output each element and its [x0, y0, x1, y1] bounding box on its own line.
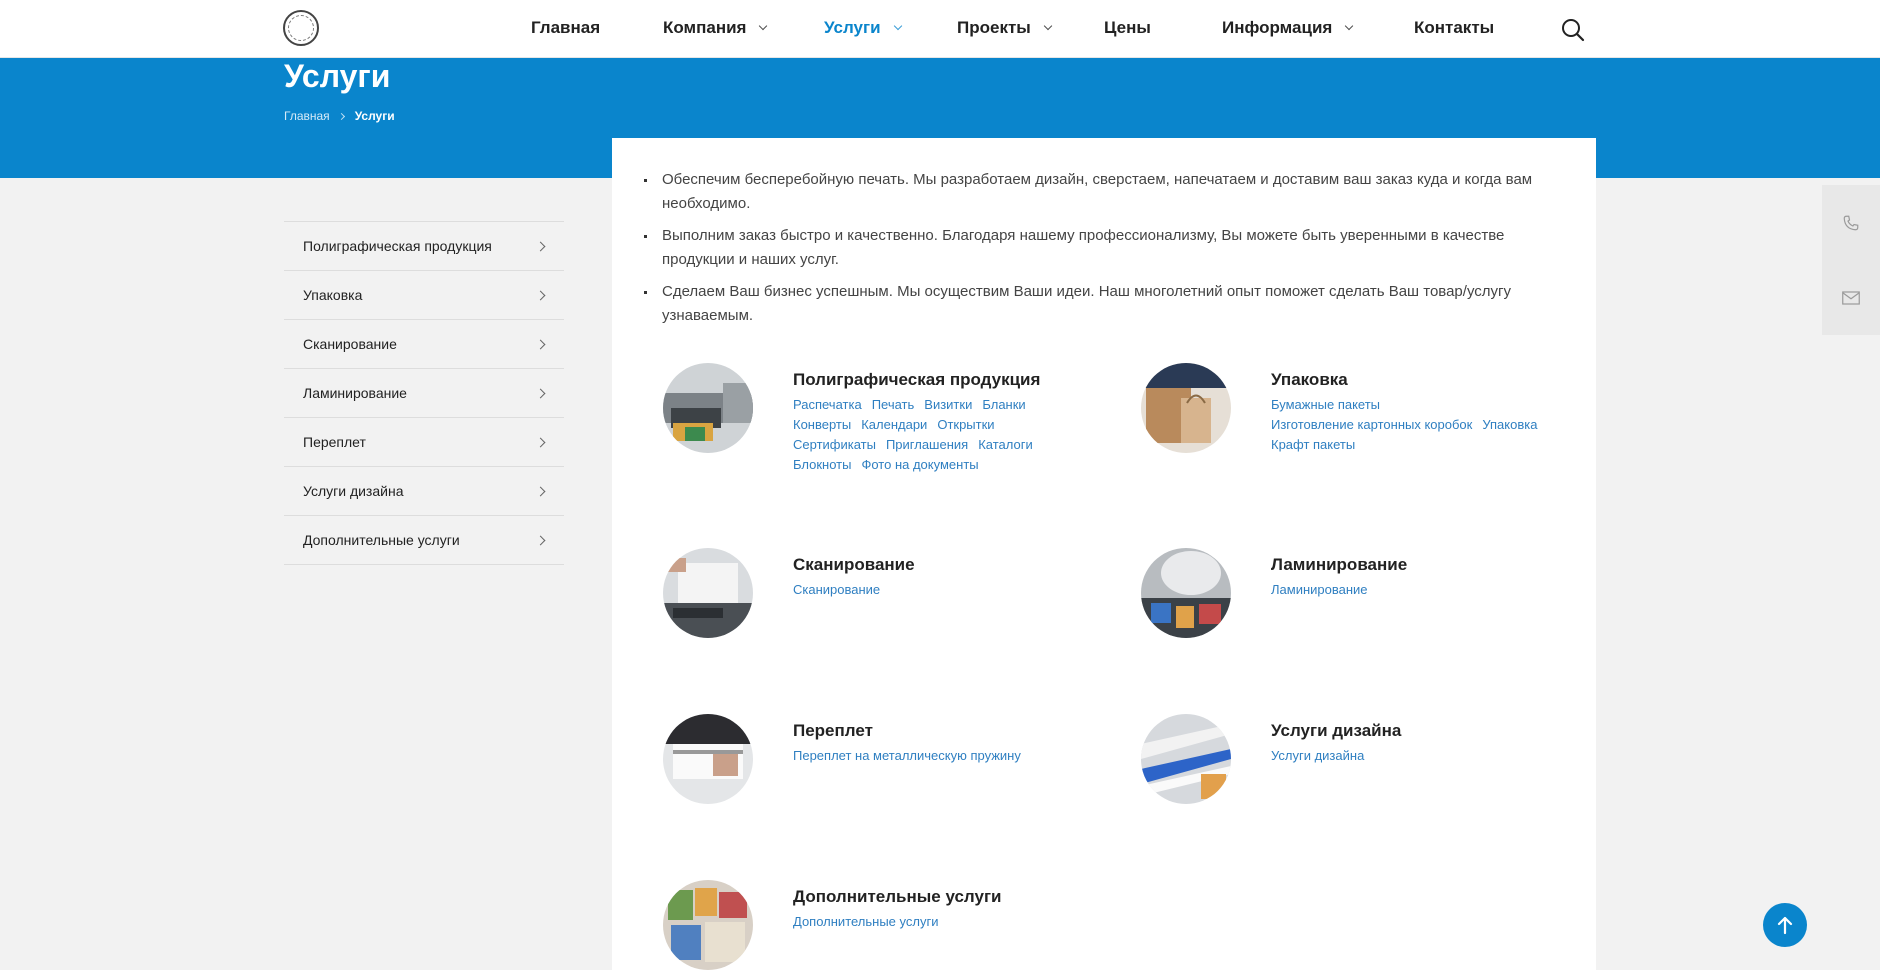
sidebar-item-packaging[interactable]: Упаковка — [284, 271, 564, 320]
sidebar-menu: Полиграфическая продукция Упаковка Скани… — [284, 221, 564, 565]
design-image[interactable] — [1141, 714, 1231, 804]
scroll-to-top-button[interactable] — [1763, 903, 1807, 947]
service-link[interactable]: Распечатка — [793, 397, 862, 412]
breadcrumb: Главная Услуги — [284, 109, 395, 123]
service-link[interactable]: Сканирование — [793, 582, 880, 597]
breadcrumb-current: Услуги — [354, 109, 395, 123]
service-title[interactable]: Дополнительные услуги — [793, 887, 1002, 907]
chevron-right-icon — [535, 437, 546, 447]
main-content-card: Обеспечим бесперебойную печать. Мы разра… — [612, 138, 1596, 970]
service-title[interactable]: Полиграфическая продукция — [793, 370, 1040, 390]
packaging-image[interactable] — [1141, 363, 1231, 453]
service-packaging: Упаковка Бумажные пакеты Изготовление ка… — [1141, 363, 1581, 483]
sidebar-item-design[interactable]: Услуги дизайна — [284, 467, 564, 516]
service-link[interactable]: Бланки — [982, 397, 1025, 412]
sidebar-item-extra[interactable]: Дополнительные услуги — [284, 516, 564, 565]
phone-callback-button[interactable] — [1822, 185, 1880, 260]
chevron-right-icon — [535, 486, 546, 496]
nav-item-home[interactable]: Главная — [531, 18, 600, 38]
nav-item-company[interactable]: Компания — [663, 18, 768, 38]
service-link[interactable]: Дополнительные услуги — [793, 914, 938, 929]
chevron-down-icon — [893, 21, 902, 31]
mail-button[interactable] — [1822, 260, 1880, 335]
nav-item-prices[interactable]: Цены — [1104, 18, 1151, 38]
sidebar-item-scanning[interactable]: Сканирование — [284, 320, 564, 369]
page-title: Услуги — [284, 58, 391, 94]
service-link[interactable]: Приглашения — [886, 437, 968, 452]
service-links: Услуги дизайна — [1271, 746, 1571, 766]
logo-mark — [288, 15, 314, 41]
chevron-right-icon — [535, 290, 546, 300]
breadcrumb-separator-icon — [337, 112, 345, 120]
service-link[interactable]: Крафт пакеты — [1271, 437, 1355, 452]
service-link[interactable]: Печать — [872, 397, 915, 412]
service-link[interactable]: Каталоги — [978, 437, 1033, 452]
arrow-up-icon — [1777, 916, 1793, 935]
service-scanning: Сканирование Сканирование — [663, 548, 1103, 668]
service-link[interactable]: Ламинирование — [1271, 582, 1368, 597]
breadcrumb-home-link[interactable]: Главная — [284, 109, 330, 123]
service-links: Распечатка Печать Визитки Бланки Конверты Ка… — [793, 395, 1093, 475]
service-link[interactable]: Конверты — [793, 417, 851, 432]
service-printing: Полиграфическая продукция Распечатка Печа… — [663, 363, 1103, 483]
service-title[interactable]: Переплет — [793, 721, 873, 741]
chevron-down-icon — [1345, 21, 1354, 31]
printing-image[interactable] — [663, 363, 753, 453]
sidebar-item-printing[interactable]: Полиграфическая продукция — [284, 222, 564, 271]
service-link[interactable]: Переплет на металлическую пружину — [793, 748, 1021, 763]
service-link[interactable]: Блокноты — [793, 457, 851, 472]
top-navigation-bar: Главная Компания Услуги Проекты Цены Инф… — [0, 0, 1880, 58]
chevron-down-icon — [759, 21, 768, 31]
service-title[interactable]: Ламинирование — [1271, 555, 1407, 575]
sidebar-item-lamination[interactable]: Ламинирование — [284, 369, 564, 418]
service-lamination: Ламинирование Ламинирование — [1141, 548, 1581, 668]
service-link[interactable]: Бумажные пакеты — [1271, 397, 1380, 412]
chevron-right-icon — [535, 388, 546, 398]
intro-bullet: Сделаем Ваш бизнес успешным. Мы осуществ… — [644, 280, 1562, 328]
additional-image[interactable] — [663, 880, 753, 970]
service-links: Дополнительные услуги — [793, 912, 1093, 932]
chevron-down-icon — [1043, 21, 1053, 31]
service-link[interactable]: Фото на документы — [861, 457, 978, 472]
nav-item-projects[interactable]: Проекты — [957, 18, 1053, 38]
service-link[interactable]: Изготовление картонных коробок — [1271, 417, 1472, 432]
search-icon[interactable] — [1560, 17, 1586, 43]
lamination-image[interactable] — [1141, 548, 1231, 638]
service-title[interactable]: Сканирование — [793, 555, 915, 575]
nav-item-services[interactable]: Услуги — [824, 18, 902, 38]
service-title[interactable]: Упаковка — [1271, 370, 1348, 390]
intro-list: Обеспечим бесперебойную печать. Мы разра… — [644, 168, 1562, 336]
service-design: Услуги дизайна Услуги дизайна — [1141, 714, 1581, 834]
chevron-right-icon — [535, 535, 546, 545]
site-logo[interactable] — [283, 10, 319, 46]
intro-bullet: Обеспечим бесперебойную печать. Мы разра… — [644, 168, 1562, 216]
service-link[interactable]: Упаковка — [1482, 417, 1537, 432]
service-links: Ламинирование — [1271, 580, 1571, 600]
nav-item-contacts[interactable]: Контакты — [1414, 18, 1494, 38]
mail-icon — [1842, 290, 1860, 305]
service-link[interactable]: Сертификаты — [793, 437, 876, 452]
service-additional: Дополнительные услуги Дополнительные усл… — [663, 880, 1103, 970]
scanning-image[interactable] — [663, 548, 753, 638]
sidebar-item-binding[interactable]: Переплет — [284, 418, 564, 467]
service-title[interactable]: Услуги дизайна — [1271, 721, 1401, 741]
service-link[interactable]: Визитки — [924, 397, 972, 412]
service-link[interactable]: Открытки — [937, 417, 994, 432]
service-binding: Переплет Переплет на металлическую пружи… — [663, 714, 1103, 834]
chevron-right-icon — [535, 241, 546, 251]
service-link[interactable]: Календари — [861, 417, 927, 432]
chevron-right-icon — [535, 339, 546, 349]
nav-item-info[interactable]: Информация — [1222, 18, 1354, 38]
binding-image[interactable] — [663, 714, 753, 804]
intro-bullet: Выполним заказ быстро и качественно. Бла… — [644, 224, 1562, 272]
service-links: Сканирование — [793, 580, 1093, 600]
service-links: Переплет на металлическую пружину — [793, 746, 1093, 766]
phone-icon — [1843, 215, 1859, 230]
service-links: Бумажные пакеты Изготовление картонных к… — [1271, 395, 1581, 455]
service-link[interactable]: Услуги дизайна — [1271, 748, 1364, 763]
